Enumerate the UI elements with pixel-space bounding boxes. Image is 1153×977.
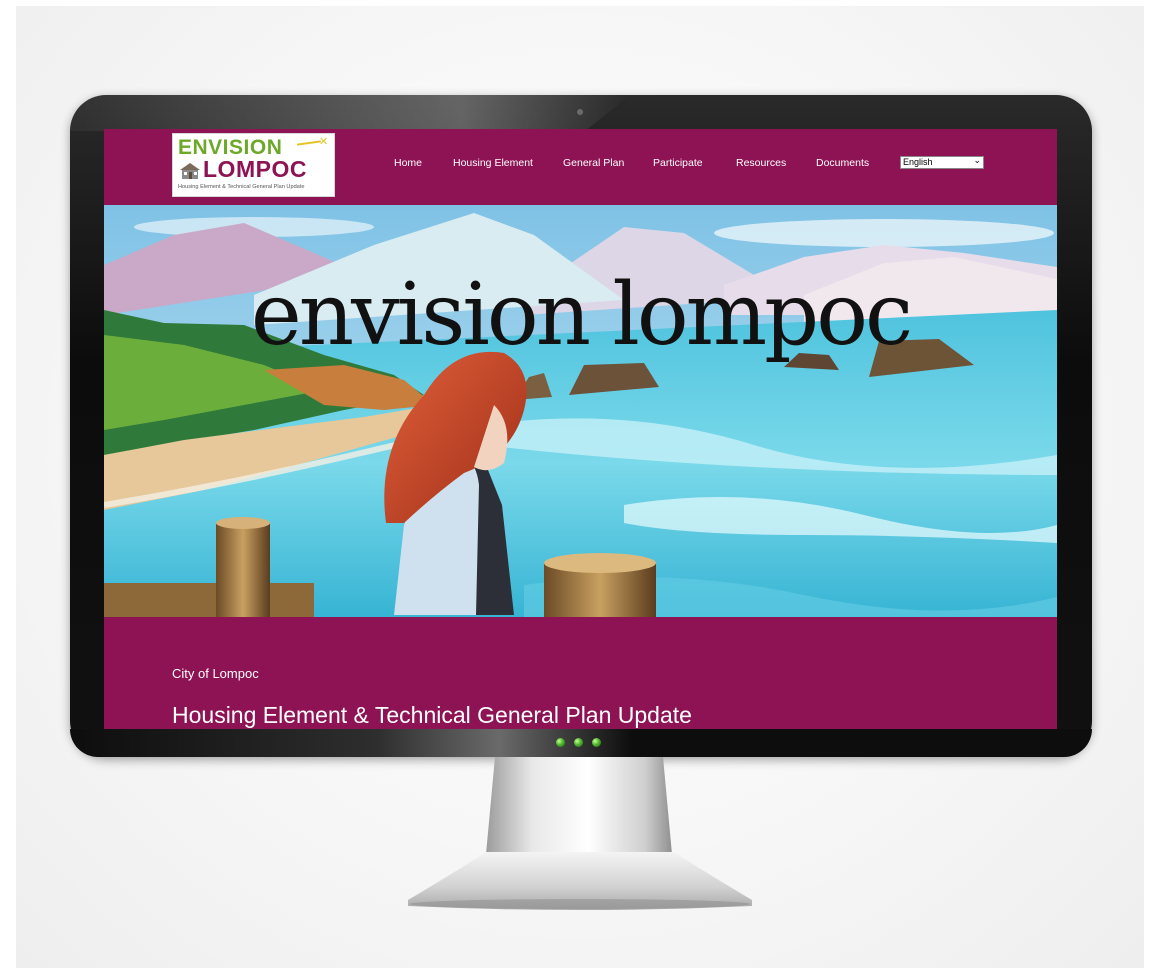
hero-title: envision lompoc xyxy=(250,265,913,365)
nav-resources[interactable]: Resources xyxy=(736,157,786,169)
language-select[interactable]: English ⌄ xyxy=(900,156,984,169)
nav-documents[interactable]: Documents xyxy=(816,157,869,169)
monitor-frame: ENVISION ✕ LOMPOC Housing Element & Tech… xyxy=(70,95,1092,757)
language-select-value: English xyxy=(903,157,933,167)
chevron-down-icon: ⌄ xyxy=(973,156,981,166)
website-screen: ENVISION ✕ LOMPOC Housing Element & Tech… xyxy=(104,129,1057,729)
nav-home[interactable]: Home xyxy=(394,157,422,169)
site-logo[interactable]: ENVISION ✕ LOMPOC Housing Element & Tech… xyxy=(172,133,335,197)
site-header: ENVISION ✕ LOMPOC Housing Element & Tech… xyxy=(104,129,1057,205)
monitor-stand-neck xyxy=(485,757,673,865)
status-led-group xyxy=(556,738,601,747)
status-led-icon xyxy=(574,738,583,747)
nav-general-plan[interactable]: General Plan xyxy=(563,157,624,169)
nav-housing-element[interactable]: Housing Element xyxy=(453,157,533,169)
status-led-icon xyxy=(556,738,565,747)
bezel-highlight xyxy=(70,95,630,131)
webcam-icon xyxy=(577,109,583,115)
logo-word-lompoc: LOMPOC xyxy=(203,156,307,182)
monitor-chin xyxy=(70,729,1092,757)
house-icon xyxy=(180,163,200,179)
logo-arrow-mark xyxy=(296,140,322,146)
monitor-stand-base xyxy=(408,852,752,910)
status-led-icon xyxy=(592,738,601,747)
intro-headline: Housing Element & Technical General Plan… xyxy=(172,702,692,728)
hero-banner: envision lompoc xyxy=(104,205,1057,617)
nav-participate[interactable]: Participate xyxy=(653,157,703,169)
logo-tagline: Housing Element & Technical General Plan… xyxy=(178,184,305,190)
intro-subtitle: City of Lompoc xyxy=(172,666,259,681)
sparkle-icon: ✕ xyxy=(319,135,329,148)
